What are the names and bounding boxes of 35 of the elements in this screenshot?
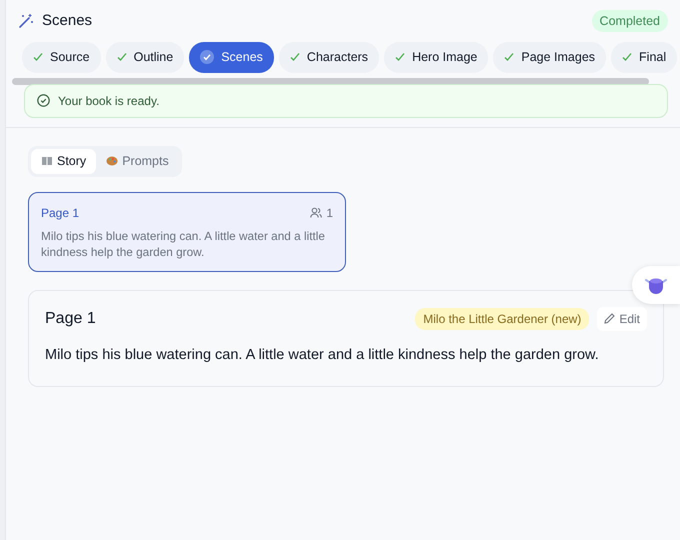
step-tab[interactable]: Scenes (189, 42, 274, 73)
magic-wand-icon (18, 13, 34, 29)
check-circle-icon (37, 94, 50, 108)
book-icon (41, 156, 53, 166)
step-tab[interactable]: Page Images (493, 42, 606, 73)
check-icon (504, 52, 514, 62)
view-tab[interactable]: Story (31, 148, 96, 174)
step-tab[interactable]: Final (611, 42, 678, 73)
view-tab[interactable]: Prompts (96, 148, 179, 174)
status-badge: Completed (592, 10, 668, 32)
page-card-text: Milo tips his blue watering can. A little water and a little kindness help the garden grow. (41, 228, 326, 260)
palette-icon (106, 156, 118, 166)
step-tab[interactable]: Source (22, 42, 101, 73)
check-icon (33, 52, 43, 62)
check-icon (622, 52, 632, 62)
page-card-title: Page 1 (41, 204, 80, 222)
step-tab[interactable]: Outline (106, 42, 184, 73)
step-tab[interactable]: Hero Image (384, 42, 488, 73)
check-icon (395, 52, 406, 62)
page-title: Scenes (42, 10, 92, 31)
character-count: 1 (326, 204, 333, 222)
page-detail-title: Page 1 (45, 308, 96, 328)
check-icon (116, 52, 127, 62)
scrollbar[interactable] (12, 78, 649, 85)
edit-button[interactable]: Edit (597, 306, 647, 330)
page-card[interactable]: Page 1 1 Milo tips his blue watering can. A little water and a little kindness help the garden grow. (28, 192, 346, 272)
alert-text: Your book is ready. (58, 92, 160, 110)
check-icon (200, 50, 214, 64)
page-detail-text: Milo tips his blue watering can. A little water and a little kindness help the garden grow. (45, 346, 600, 364)
people-icon (310, 207, 322, 218)
pencil-icon (604, 313, 616, 324)
check-icon (290, 52, 300, 62)
character-tag: Milo the Little Gardener (new) (415, 308, 590, 330)
assistant-button[interactable] (632, 266, 680, 304)
step-tab[interactable]: Characters (278, 42, 380, 73)
